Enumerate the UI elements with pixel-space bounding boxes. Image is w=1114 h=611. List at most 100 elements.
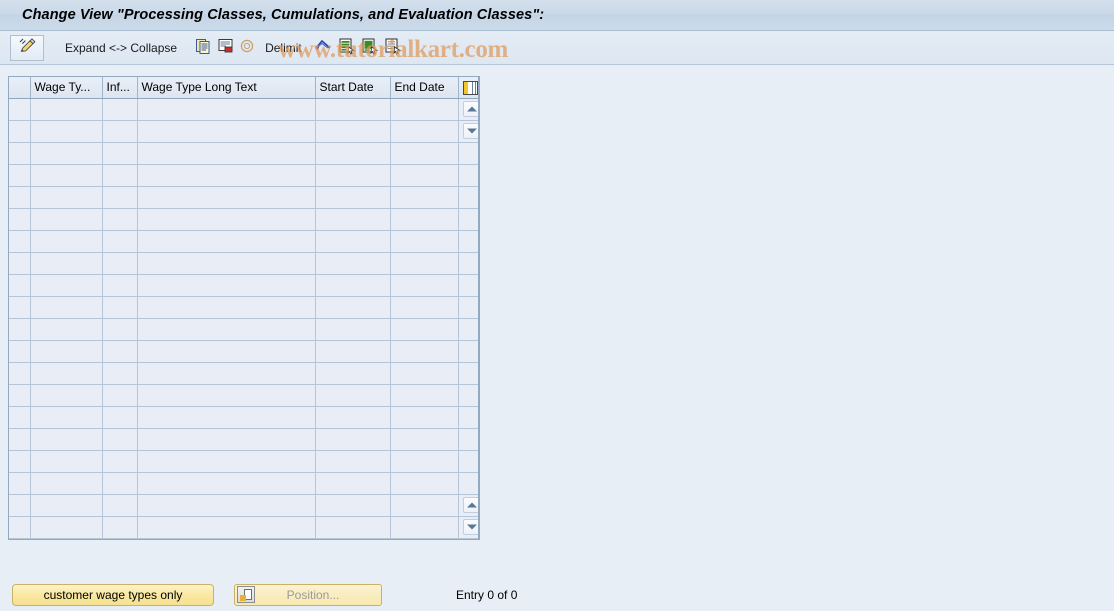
table-row[interactable] [9,450,478,473]
row-selector[interactable] [9,252,31,275]
row-selector[interactable] [9,472,31,495]
cell-infotype[interactable] [102,450,138,473]
row-selector[interactable] [9,428,31,451]
cell-end_date[interactable] [390,164,459,187]
table-row[interactable] [9,142,478,165]
row-selector[interactable] [9,208,31,231]
cell-wage_type[interactable] [30,142,103,165]
cell-end_date[interactable] [390,120,459,143]
cell-wage_type_long_text[interactable] [137,318,316,341]
cell-start_date[interactable] [315,164,391,187]
cell-start_date[interactable] [315,428,391,451]
cell-end_date[interactable] [390,296,459,319]
scrollbar-track[interactable] [458,384,478,407]
row-selector[interactable] [9,296,31,319]
cell-wage_type[interactable] [30,98,103,121]
column-header-wage-type[interactable]: Wage Ty... [30,77,103,99]
cell-wage_type[interactable] [30,362,103,385]
cell-start_date[interactable] [315,494,391,517]
cell-wage_type_long_text[interactable] [137,142,316,165]
scrollbar-track[interactable] [458,340,478,363]
cell-infotype[interactable] [102,186,138,209]
cell-start_date[interactable] [315,252,391,275]
table-row[interactable] [9,428,478,451]
scrollbar-track[interactable] [458,472,478,495]
undo-icon[interactable] [313,37,333,58]
cell-wage_type[interactable] [30,164,103,187]
scroll-page-down-icon[interactable] [462,519,478,535]
cell-end_date[interactable] [390,472,459,495]
scrollbar-track[interactable] [458,318,478,341]
column-header-start-date[interactable]: Start Date [315,77,391,99]
table-row[interactable] [9,274,478,297]
scroll-down-icon[interactable] [462,123,478,139]
copy-as-icon[interactable] [217,37,235,58]
scrollbar-track[interactable] [458,208,478,231]
table-row[interactable] [9,296,478,319]
cell-end_date[interactable] [390,428,459,451]
column-header-end-date[interactable]: End Date [390,77,459,99]
scroll-page-up-button[interactable] [458,494,478,517]
cell-wage_type[interactable] [30,296,103,319]
cell-start_date[interactable] [315,274,391,297]
scrollbar-track[interactable] [458,428,478,451]
table-row[interactable] [9,230,478,253]
cell-infotype[interactable] [102,252,138,275]
cell-wage_type_long_text[interactable] [137,186,316,209]
cell-start_date[interactable] [315,98,391,121]
cell-wage_type_long_text[interactable] [137,164,316,187]
row-selector[interactable] [9,186,31,209]
cell-end_date[interactable] [390,406,459,429]
scroll-down-button[interactable] [458,120,478,143]
scrollbar-track[interactable] [458,274,478,297]
cell-start_date[interactable] [315,340,391,363]
scrollbar-track[interactable] [458,450,478,473]
cell-infotype[interactable] [102,318,138,341]
select-all-column-header[interactable] [9,77,31,99]
select-block-icon[interactable] [361,37,379,58]
cell-wage_type[interactable] [30,230,103,253]
row-selector[interactable] [9,494,31,517]
cell-end_date[interactable] [390,384,459,407]
cell-end_date[interactable] [390,186,459,209]
cell-wage_type[interactable] [30,472,103,495]
cell-wage_type_long_text[interactable] [137,472,316,495]
cell-end_date[interactable] [390,318,459,341]
delimit-label[interactable]: Delimit [259,41,308,55]
customer-wage-types-only-button[interactable]: customer wage types only [12,583,214,606]
cell-wage_type_long_text[interactable] [137,384,316,407]
cell-wage_type[interactable] [30,516,103,539]
cell-end_date[interactable] [390,516,459,539]
cell-start_date[interactable] [315,362,391,385]
cell-infotype[interactable] [102,406,138,429]
cell-end_date[interactable] [390,494,459,517]
cell-end_date[interactable] [390,230,459,253]
expand-collapse-button[interactable]: Expand <-> Collapse [58,35,184,61]
cell-infotype[interactable] [102,472,138,495]
cell-wage_type_long_text[interactable] [137,450,316,473]
deselect-icon[interactable] [384,37,402,58]
cell-wage_type[interactable] [30,208,103,231]
cell-infotype[interactable] [102,274,138,297]
row-selector[interactable] [9,164,31,187]
row-selector[interactable] [9,142,31,165]
cell-infotype[interactable] [102,98,138,121]
cell-end_date[interactable] [390,450,459,473]
scrollbar-track[interactable] [458,296,478,319]
cell-wage_type[interactable] [30,428,103,451]
cell-end_date[interactable] [390,208,459,231]
cell-wage_type[interactable] [30,450,103,473]
cell-infotype[interactable] [102,428,138,451]
column-header-wage-type-long-text[interactable]: Wage Type Long Text [137,77,316,99]
cell-wage_type_long_text[interactable] [137,230,316,253]
scrollbar-track[interactable] [458,252,478,275]
table-row[interactable] [9,384,478,407]
cell-infotype[interactable] [102,384,138,407]
cell-wage_type_long_text[interactable] [137,120,316,143]
cell-wage_type[interactable] [30,494,103,517]
copy-icon[interactable] [194,37,212,58]
cell-start_date[interactable] [315,142,391,165]
row-selector[interactable] [9,98,31,121]
scrollbar-track[interactable] [458,186,478,209]
cell-end_date[interactable] [390,142,459,165]
